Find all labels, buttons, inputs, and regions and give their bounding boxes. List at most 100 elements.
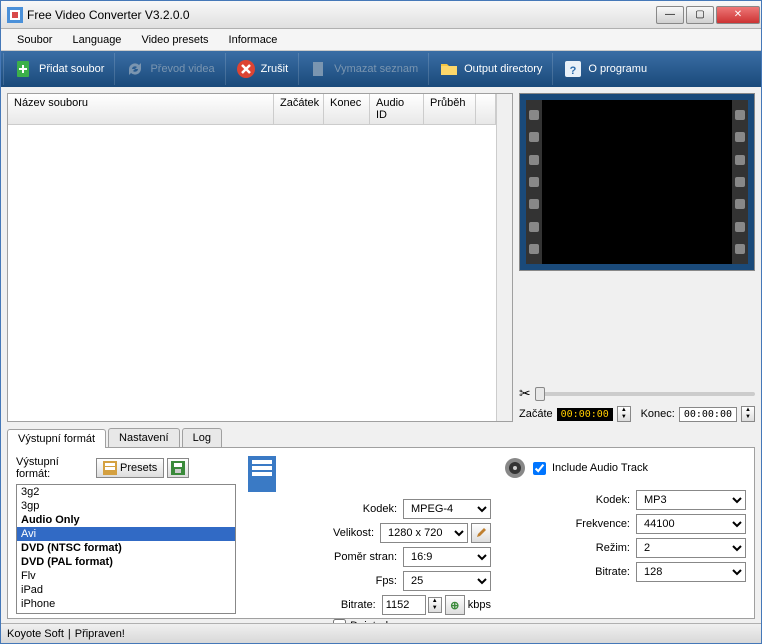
video-codec-select[interactable]: MPEG-4 — [403, 499, 491, 519]
format-option[interactable]: DVD (NTSC format) — [17, 541, 235, 555]
output-dir-label: Output directory — [464, 63, 542, 75]
convert-label: Převod videa — [150, 63, 214, 75]
trim-slider[interactable] — [535, 392, 755, 396]
end-time-spinner[interactable]: ▲▼ — [741, 406, 755, 422]
add-file-icon — [14, 59, 34, 79]
clear-list-button[interactable]: Vymazat seznam — [298, 53, 428, 85]
about-button[interactable]: ? O programu — [552, 53, 657, 85]
video-column: Kodek: MPEG-4 Velikost: 1280 x 720 Poměr… — [248, 456, 491, 610]
convert-icon — [125, 59, 145, 79]
preview-box — [519, 93, 755, 271]
svg-text:?: ? — [570, 65, 577, 77]
video-codec-label: Kodek: — [321, 503, 397, 515]
edit-size-button[interactable] — [471, 523, 491, 543]
audio-bitrate-select[interactable]: 128 — [636, 562, 746, 582]
convert-button[interactable]: Převod videa — [114, 53, 224, 85]
scroll-corner — [496, 94, 512, 125]
aspect-select[interactable]: 16:9 — [403, 547, 491, 567]
video-bitrate-input[interactable] — [382, 595, 426, 615]
fps-label: Fps: — [321, 575, 397, 587]
output-dir-button[interactable]: Output directory — [428, 53, 552, 85]
add-file-button[interactable]: Přidat soubor — [3, 53, 114, 85]
close-button[interactable]: ✕ — [716, 6, 760, 24]
slider-thumb[interactable] — [535, 387, 545, 401]
audio-codec-select[interactable]: MP3 — [636, 490, 746, 510]
minimize-button[interactable]: — — [656, 6, 684, 24]
aspect-label: Poměr stran: — [321, 551, 397, 563]
audio-codec-label: Kodek: — [554, 494, 630, 506]
toolbar: Přidat soubor Převod videa Zrušit Vymaza… — [1, 51, 761, 87]
end-time-value: 00:00:00 — [679, 407, 737, 422]
start-time-value: 00:00:00 — [557, 408, 613, 421]
video-bitrate-label: Bitrate: — [300, 599, 376, 611]
time-row: Začáte 00:00:00 ▲▼ Konec: 00:00:00 ▲▼ — [519, 406, 755, 422]
bitrate-spinner[interactable]: ▲▼ — [428, 597, 442, 613]
format-option[interactable]: 3gp — [17, 499, 235, 513]
folder-icon — [439, 59, 459, 79]
col-extra[interactable] — [476, 94, 496, 124]
save-preset-button[interactable] — [167, 458, 189, 478]
tab-log[interactable]: Log — [182, 428, 222, 447]
bitrate-unit: kbps — [468, 599, 491, 611]
menu-language[interactable]: Language — [62, 32, 131, 48]
scissors-icon: ✂ — [519, 385, 531, 402]
save-icon — [171, 461, 185, 475]
format-option[interactable]: iPod — [17, 611, 235, 614]
status-ready: Připraven! — [75, 628, 125, 640]
menu-video-presets[interactable]: Video presets — [131, 32, 218, 48]
statusbar: Koyote Soft | Připraven! — [1, 623, 761, 643]
file-table: Název souboru Začátek Konec Audio ID Prů… — [7, 93, 513, 422]
start-time-spinner[interactable]: ▲▼ — [617, 406, 631, 422]
format-option[interactable]: iPad — [17, 583, 235, 597]
clear-label: Vymazat seznam — [334, 63, 418, 75]
trim-slider-row: ✂ — [519, 385, 755, 402]
filmstrip — [526, 100, 748, 264]
video-size-select[interactable]: 1280 x 720 — [380, 523, 468, 543]
video-screen[interactable] — [542, 100, 732, 264]
table-header: Název souboru Začátek Konec Audio ID Prů… — [8, 94, 496, 125]
presets-button[interactable]: Presets — [96, 458, 164, 478]
bitrate-plus-button[interactable]: ⊕ — [445, 595, 465, 615]
cancel-icon — [236, 59, 256, 79]
format-option[interactable]: Audio Only — [17, 513, 235, 527]
maximize-button[interactable]: ▢ — [686, 6, 714, 24]
sprocket-left — [526, 100, 542, 264]
audio-column: Include Audio Track Kodek: MP3 Frekvence… — [503, 456, 746, 610]
app-window: Free Video Converter V3.2.0.0 — ▢ ✕ Soub… — [0, 0, 762, 644]
menu-informace[interactable]: Informace — [219, 32, 288, 48]
format-option[interactable]: Avi — [17, 527, 235, 541]
col-audioid[interactable]: Audio ID — [370, 94, 424, 124]
table-body[interactable] — [8, 125, 496, 421]
include-audio-checkbox[interactable] — [533, 462, 546, 475]
format-option[interactable]: iPhone — [17, 597, 235, 611]
window-controls: — ▢ ✕ — [655, 6, 761, 24]
tab-body: Výstupní formát: Presets 3g23gpAudio Onl… — [7, 447, 755, 619]
format-column: Výstupní formát: Presets 3g23gpAudio Onl… — [16, 456, 236, 610]
cancel-button[interactable]: Zrušit — [225, 53, 299, 85]
menubar: Soubor Language Video presets Informace — [1, 29, 761, 51]
audio-freq-select[interactable]: 44100 — [636, 514, 746, 534]
window-title: Free Video Converter V3.2.0.0 — [27, 8, 655, 22]
format-option[interactable]: Flv — [17, 569, 235, 583]
status-vendor: Koyote Soft — [7, 628, 64, 640]
format-option[interactable]: 3g2 — [17, 485, 235, 499]
col-start[interactable]: Začátek — [274, 94, 324, 124]
vertical-scrollbar[interactable] — [496, 125, 512, 421]
format-option[interactable]: DVD (PAL format) — [17, 555, 235, 569]
tab-settings[interactable]: Nastavení — [108, 428, 180, 447]
menu-soubor[interactable]: Soubor — [7, 32, 62, 48]
tab-output-format[interactable]: Výstupní formát — [7, 429, 106, 448]
audio-mode-label: Režim: — [554, 542, 630, 554]
main-area: Název souboru Začátek Konec Audio ID Prů… — [1, 87, 761, 428]
format-list[interactable]: 3g23gpAudio OnlyAviDVD (NTSC format)DVD … — [16, 484, 236, 614]
col-end[interactable]: Konec — [324, 94, 370, 124]
col-filename[interactable]: Název souboru — [8, 94, 274, 124]
col-progress[interactable]: Průběh — [424, 94, 476, 124]
fps-select[interactable]: 25 — [403, 571, 491, 591]
include-audio-label: Include Audio Track — [552, 462, 648, 474]
audio-freq-label: Frekvence: — [554, 518, 630, 530]
audio-mode-select[interactable]: 2 — [636, 538, 746, 558]
end-time-label: Konec: — [641, 408, 675, 420]
add-file-label: Přidat soubor — [39, 63, 104, 75]
file-list-panel: Název souboru Začátek Konec Audio ID Prů… — [7, 93, 513, 422]
